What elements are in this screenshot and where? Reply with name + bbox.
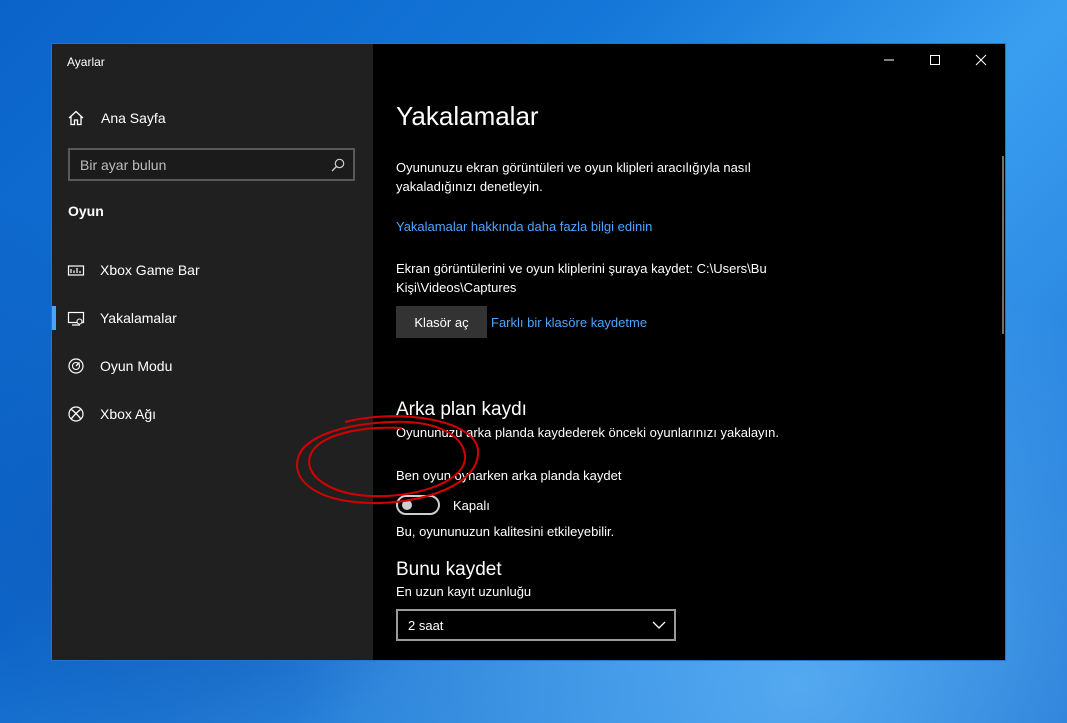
game-mode-icon <box>68 358 84 374</box>
page-description: Oyununuzu ekran görüntüleri ve oyun klip… <box>396 160 751 194</box>
selected-indicator <box>52 306 56 330</box>
toggle-state-label: Kapalı <box>453 498 490 513</box>
sidebar-item-label: Xbox Game Bar <box>100 262 200 278</box>
section-title: Oyun <box>68 203 104 219</box>
gamebar-icon <box>67 265 85 276</box>
search-icon[interactable] <box>331 158 345 172</box>
dropdown-value: 2 saat <box>408 617 444 633</box>
quality-note: Bu, oyununuzun kalitesini etkileyebilir. <box>396 524 615 539</box>
home-label: Ana Sayfa <box>101 110 166 126</box>
different-folder-link[interactable]: Farklı bir klasöre kaydetme <box>491 315 647 330</box>
sidebar-item-xbox-game-bar[interactable]: Xbox Game Bar <box>52 250 373 290</box>
maximize-icon <box>930 55 940 65</box>
sidebar: Ayarlar Ana Sayfa Oyun Xbox Game Bar <box>52 44 373 660</box>
search-box[interactable] <box>68 148 355 181</box>
sidebar-item-label: Yakalamalar <box>100 310 177 326</box>
background-recording-toggle-label: Ben oyun oynarken arka planda kaydet <box>396 468 622 483</box>
captures-icon <box>67 311 85 326</box>
minimize-icon <box>884 59 894 61</box>
close-icon <box>975 54 987 66</box>
scrollbar[interactable] <box>1002 156 1004 334</box>
background-recording-description: Oyununuzu arka planda kaydederek önceki … <box>396 425 780 440</box>
settings-window: Ayarlar Ana Sayfa Oyun Xbox Game Bar <box>51 43 1006 661</box>
window-title: Ayarlar <box>67 55 105 69</box>
max-duration-dropdown[interactable]: 2 saat <box>396 609 676 641</box>
max-duration-label: En uzun kayıt uzunluğu <box>396 584 532 599</box>
home-icon <box>68 110 84 126</box>
close-button[interactable] <box>958 44 1004 76</box>
page-title: Yakalamalar <box>396 101 539 131</box>
open-folder-button[interactable]: Klasör aç <box>396 306 487 338</box>
sidebar-item-captures[interactable]: Yakalamalar <box>52 298 373 338</box>
sidebar-item-label: Oyun Modu <box>100 358 173 374</box>
home-link[interactable]: Ana Sayfa <box>67 108 166 128</box>
xbox-icon <box>68 406 84 422</box>
learn-more-link[interactable]: Yakalamalar hakkında daha fazla bilgi ed… <box>396 219 652 234</box>
save-location-text: Ekran görüntülerini ve oyun kliplerini ş… <box>396 261 767 295</box>
record-this-title: Bunu kaydet <box>396 559 502 580</box>
chevron-down-icon <box>652 621 666 629</box>
toggle-knob <box>402 500 412 510</box>
maximize-button[interactable] <box>912 44 958 76</box>
sidebar-item-xbox-network[interactable]: Xbox Ağı <box>52 394 373 434</box>
sidebar-item-label: Xbox Ağı <box>100 406 157 422</box>
sidebar-item-game-mode[interactable]: Oyun Modu <box>52 346 373 386</box>
background-recording-title: Arka plan kaydı <box>396 399 527 420</box>
background-recording-toggle[interactable] <box>396 495 440 515</box>
search-input[interactable] <box>80 156 331 173</box>
minimize-button[interactable] <box>866 44 912 76</box>
main-content: Yakalamalar Oyununuzu ekran görüntüleri … <box>373 44 1005 660</box>
